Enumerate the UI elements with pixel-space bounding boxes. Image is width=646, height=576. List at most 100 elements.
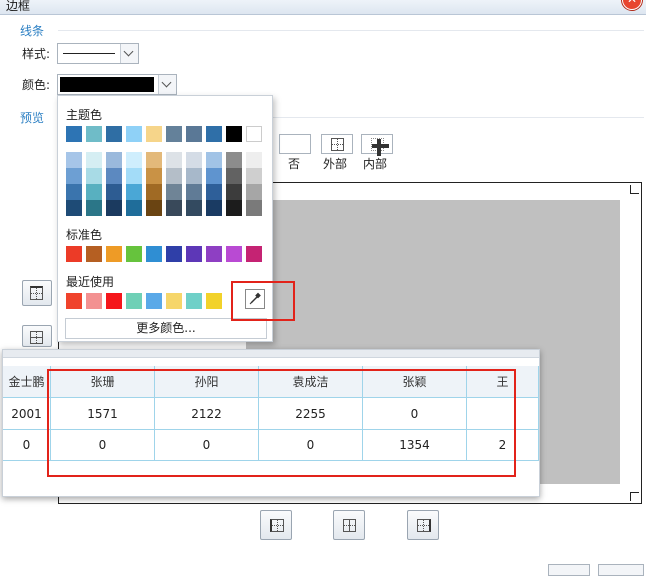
theme-shade-swatch[interactable] — [126, 184, 142, 200]
theme-shade-swatch[interactable] — [146, 184, 162, 200]
theme-shade-swatch[interactable] — [206, 152, 222, 168]
center-border-icon — [343, 519, 356, 532]
theme-shade-swatch[interactable] — [226, 152, 242, 168]
theme-shade-swatch[interactable] — [166, 200, 182, 216]
preset-inner-button[interactable] — [361, 134, 393, 156]
theme-shade-swatch[interactable] — [166, 184, 182, 200]
line-style-select[interactable] — [57, 43, 139, 64]
theme-shade-swatch[interactable] — [106, 184, 122, 200]
theme-color-swatch[interactable] — [186, 126, 202, 142]
line-style-dropdown-button[interactable] — [120, 44, 138, 63]
color-label: 颜色: — [22, 78, 51, 92]
recent-color-swatch[interactable] — [106, 293, 122, 309]
theme-shade-swatch[interactable] — [206, 200, 222, 216]
theme-color-swatch[interactable] — [106, 126, 122, 142]
theme-shade-swatch[interactable] — [246, 152, 262, 168]
recent-color-swatch[interactable] — [66, 293, 82, 309]
standard-color-swatch[interactable] — [226, 246, 242, 262]
left-border-icon — [270, 519, 284, 532]
top-border-icon — [30, 286, 43, 300]
standard-color-swatch[interactable] — [146, 246, 162, 262]
theme-shade-swatch[interactable] — [106, 200, 122, 216]
standard-color-swatch[interactable] — [246, 246, 262, 262]
theme-shade-swatch[interactable] — [206, 184, 222, 200]
theme-shade-swatch[interactable] — [246, 168, 262, 184]
theme-shade-swatch[interactable] — [86, 184, 102, 200]
ok-button[interactable] — [548, 564, 590, 576]
theme-shade-swatch[interactable] — [186, 200, 202, 216]
theme-shade-swatch[interactable] — [146, 152, 162, 168]
theme-shade-swatch[interactable] — [186, 168, 202, 184]
cancel-button[interactable] — [598, 564, 644, 576]
theme-shade-swatch[interactable] — [226, 200, 242, 216]
color-dropdown-button[interactable] — [158, 75, 176, 94]
theme-shade-swatch[interactable] — [66, 152, 82, 168]
standard-color-swatch[interactable] — [126, 246, 142, 262]
table-cell[interactable]: 0 — [3, 430, 51, 461]
close-button[interactable]: ✕ — [622, 0, 642, 10]
standard-color-swatch[interactable] — [186, 246, 202, 262]
recent-color-swatch[interactable] — [126, 293, 142, 309]
recent-color-swatch[interactable] — [186, 293, 202, 309]
right-border-icon — [417, 519, 431, 532]
recent-colors-title: 最近使用 — [66, 275, 115, 289]
standard-color-swatch[interactable] — [166, 246, 182, 262]
theme-color-swatch[interactable] — [126, 126, 142, 142]
theme-shade-swatch[interactable] — [106, 168, 122, 184]
standard-color-swatch[interactable] — [66, 246, 82, 262]
left-border-button[interactable] — [260, 510, 292, 540]
recent-color-swatch[interactable] — [86, 293, 102, 309]
theme-shade-swatch[interactable] — [66, 168, 82, 184]
theme-shade-swatch[interactable] — [126, 168, 142, 184]
dialog-titlebar: 边框 ✕ — [0, 0, 646, 15]
theme-color-swatch[interactable] — [246, 126, 262, 142]
recent-color-swatch[interactable] — [146, 293, 162, 309]
theme-shade-swatch[interactable] — [246, 184, 262, 200]
theme-color-swatch[interactable] — [66, 126, 82, 142]
middle-border-button[interactable] — [22, 325, 52, 347]
top-border-button[interactable] — [22, 280, 52, 306]
theme-shade-swatch[interactable] — [186, 152, 202, 168]
more-colors-button[interactable]: 更多颜色... — [65, 318, 267, 339]
theme-shade-swatch[interactable] — [226, 184, 242, 200]
theme-color-swatch[interactable] — [166, 126, 182, 142]
standard-colors-title: 标准色 — [66, 228, 103, 242]
theme-shade-swatch[interactable] — [166, 152, 182, 168]
table-header-cell[interactable]: 金士鹏 — [3, 366, 51, 398]
theme-shade-swatch[interactable] — [106, 152, 122, 168]
preset-inner-label: 内部 — [363, 157, 388, 171]
standard-color-swatch[interactable] — [86, 246, 102, 262]
standard-color-swatch[interactable] — [206, 246, 222, 262]
theme-shade-swatch[interactable] — [86, 200, 102, 216]
selected-color-swatch — [60, 77, 154, 92]
theme-shade-swatch[interactable] — [66, 184, 82, 200]
preset-outer-button[interactable] — [321, 134, 353, 154]
theme-color-swatch[interactable] — [226, 126, 242, 142]
center-border-button[interactable] — [333, 510, 365, 540]
recent-color-swatch[interactable] — [206, 293, 222, 309]
table-cell[interactable]: 2001 — [3, 398, 51, 430]
line-style-sample — [63, 53, 115, 54]
theme-color-swatch[interactable] — [86, 126, 102, 142]
theme-shade-swatch[interactable] — [126, 152, 142, 168]
theme-shade-swatch[interactable] — [126, 200, 142, 216]
theme-color-swatch[interactable] — [146, 126, 162, 142]
theme-shade-swatch[interactable] — [146, 200, 162, 216]
theme-shade-swatch[interactable] — [146, 168, 162, 184]
theme-shade-swatch[interactable] — [246, 200, 262, 216]
theme-shade-swatch[interactable] — [66, 200, 82, 216]
preset-outer-label: 外部 — [323, 157, 348, 171]
theme-shade-swatch[interactable] — [186, 184, 202, 200]
theme-shade-swatch[interactable] — [206, 168, 222, 184]
standard-color-swatch[interactable] — [106, 246, 122, 262]
theme-shade-swatch[interactable] — [226, 168, 242, 184]
theme-color-swatch[interactable] — [206, 126, 222, 142]
right-border-button[interactable] — [407, 510, 439, 540]
preset-none-button[interactable] — [279, 134, 311, 154]
color-select[interactable] — [57, 74, 177, 95]
theme-shade-swatch[interactable] — [86, 168, 102, 184]
close-icon: ✕ — [627, 0, 637, 6]
recent-color-swatch[interactable] — [166, 293, 182, 309]
theme-shade-swatch[interactable] — [166, 168, 182, 184]
theme-shade-swatch[interactable] — [86, 152, 102, 168]
